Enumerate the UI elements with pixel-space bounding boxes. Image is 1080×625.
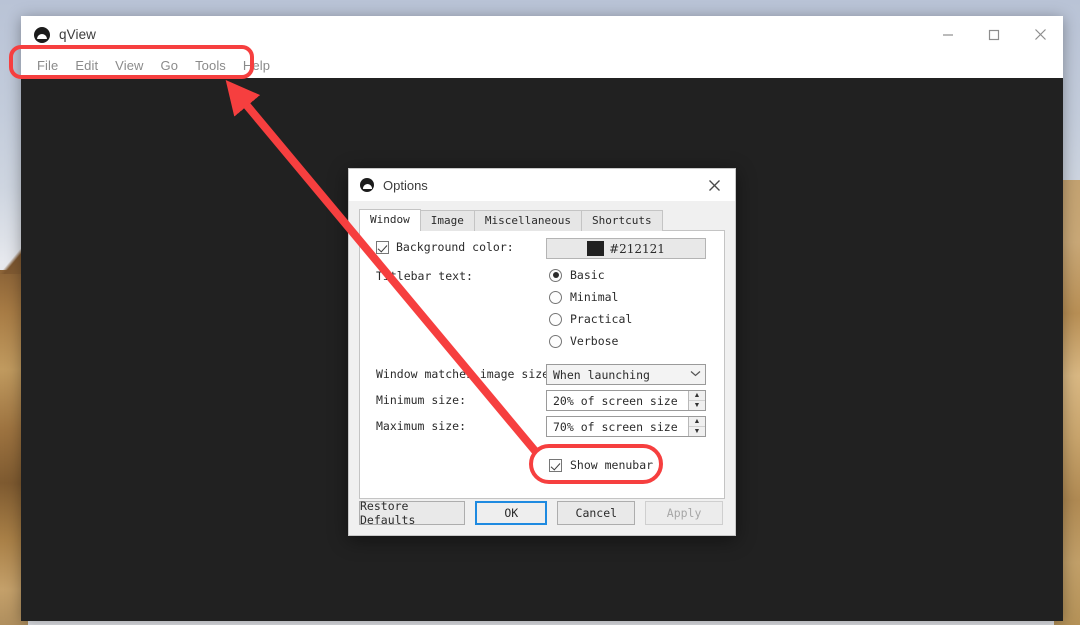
radio-practical-label: Practical xyxy=(570,312,633,326)
qview-titlebar: qView xyxy=(21,16,1063,53)
maximum-size-value: 70% of screen size xyxy=(553,419,678,434)
chevron-down-icon xyxy=(690,370,701,380)
restore-defaults-button[interactable]: Restore Defaults xyxy=(359,499,466,527)
window-matches-image-size-value: When launching xyxy=(553,367,650,382)
spin-up-icon[interactable]: ▲ xyxy=(689,391,705,401)
radio-minimal-label: Minimal xyxy=(570,290,619,304)
color-swatch xyxy=(587,241,605,256)
minimum-size-label: Minimum size: xyxy=(376,393,467,407)
window-matches-image-size-label: Window matches image size: xyxy=(376,367,557,381)
qview-menubar: File Edit View Go Tools Help xyxy=(21,53,1063,78)
titlebar-text-label: Titlebar text: xyxy=(376,269,473,283)
tab-miscellaneous[interactable]: Miscellaneous xyxy=(473,210,582,231)
cancel-button[interactable]: Cancel xyxy=(557,501,636,525)
minimize-icon[interactable] xyxy=(925,16,971,53)
spin-up-icon[interactable]: ▲ xyxy=(689,417,705,427)
options-logo-icon xyxy=(360,178,374,192)
menu-item-go[interactable]: Go xyxy=(161,58,179,73)
radio-titlebar-minimal[interactable]: Minimal xyxy=(549,290,618,304)
row-window-matches-image-size: Window matches image size: xyxy=(376,367,556,381)
minimum-size-value: 20% of screen size xyxy=(553,393,678,408)
spin-down-icon[interactable]: ▼ xyxy=(689,401,705,410)
window-matches-image-size-select[interactable]: When launching xyxy=(546,364,706,385)
minimum-size-stepper[interactable]: 20% of screen size ▲ ▼ xyxy=(546,390,706,411)
ok-button[interactable]: OK xyxy=(475,501,548,525)
row-maximum-size: Maximum size: xyxy=(376,419,466,433)
close-icon[interactable] xyxy=(697,169,731,201)
radio-practical-indicator xyxy=(549,312,562,326)
radio-basic-indicator xyxy=(549,268,562,282)
minimum-size-spin-arrows[interactable]: ▲ ▼ xyxy=(688,391,705,410)
menu-item-edit[interactable]: Edit xyxy=(75,58,98,73)
options-window-tab-panel: Background color: #212121 Titlebar text:… xyxy=(359,231,725,499)
qview-logo-icon xyxy=(34,26,50,43)
qview-window-title: qView xyxy=(59,27,97,42)
row-minimum-size: Minimum size: xyxy=(376,393,466,407)
menu-item-file[interactable]: File xyxy=(37,58,58,73)
show-menubar-checkbox[interactable] xyxy=(549,458,562,472)
menu-item-help[interactable]: Help xyxy=(243,58,270,73)
row-titlebar-text: Titlebar text: xyxy=(376,269,473,283)
close-icon[interactable] xyxy=(1017,16,1063,53)
show-menubar-checkbox-row[interactable]: Show menubar xyxy=(549,458,653,472)
options-dialog: Options Window Image Miscellaneous Short… xyxy=(348,168,736,536)
maximum-size-stepper[interactable]: 70% of screen size ▲ ▼ xyxy=(546,416,706,437)
radio-minimal-indicator xyxy=(549,290,562,304)
radio-titlebar-practical[interactable]: Practical xyxy=(549,312,632,326)
menu-item-tools[interactable]: Tools xyxy=(195,58,226,73)
radio-verbose-indicator xyxy=(549,334,562,348)
options-titlebar: Options xyxy=(349,169,735,201)
radio-basic-label: Basic xyxy=(570,268,605,282)
screen: qView File Edit View Go Tools Help Optio… xyxy=(0,0,1080,625)
background-color-checkbox[interactable] xyxy=(376,240,389,254)
options-tabbar: Window Image Miscellaneous Shortcuts xyxy=(359,209,725,232)
show-menubar-label: Show menubar xyxy=(570,458,654,472)
tab-image[interactable]: Image xyxy=(419,210,475,231)
radio-verbose-label: Verbose xyxy=(570,334,619,348)
spin-down-icon[interactable]: ▼ xyxy=(689,427,705,436)
options-button-bar: Restore Defaults OK Cancel Apply xyxy=(359,499,723,527)
maximum-size-spin-arrows[interactable]: ▲ ▼ xyxy=(688,417,705,436)
tab-window[interactable]: Window xyxy=(359,209,421,232)
maximize-icon[interactable] xyxy=(971,16,1017,53)
menu-item-view[interactable]: View xyxy=(115,58,143,73)
apply-button: Apply xyxy=(645,501,723,525)
tab-shortcuts[interactable]: Shortcuts xyxy=(580,210,663,231)
options-dialog-title: Options xyxy=(383,177,428,193)
background-color-label: Background color: xyxy=(396,240,514,254)
background-color-button[interactable]: #212121 xyxy=(546,238,706,259)
radio-titlebar-verbose[interactable]: Verbose xyxy=(549,334,618,348)
color-hex-value: #212121 xyxy=(609,241,665,256)
window-controls xyxy=(925,16,1063,53)
maximum-size-label: Maximum size: xyxy=(376,419,467,433)
row-background-color: Background color: xyxy=(376,240,514,254)
radio-titlebar-basic[interactable]: Basic xyxy=(549,268,605,282)
